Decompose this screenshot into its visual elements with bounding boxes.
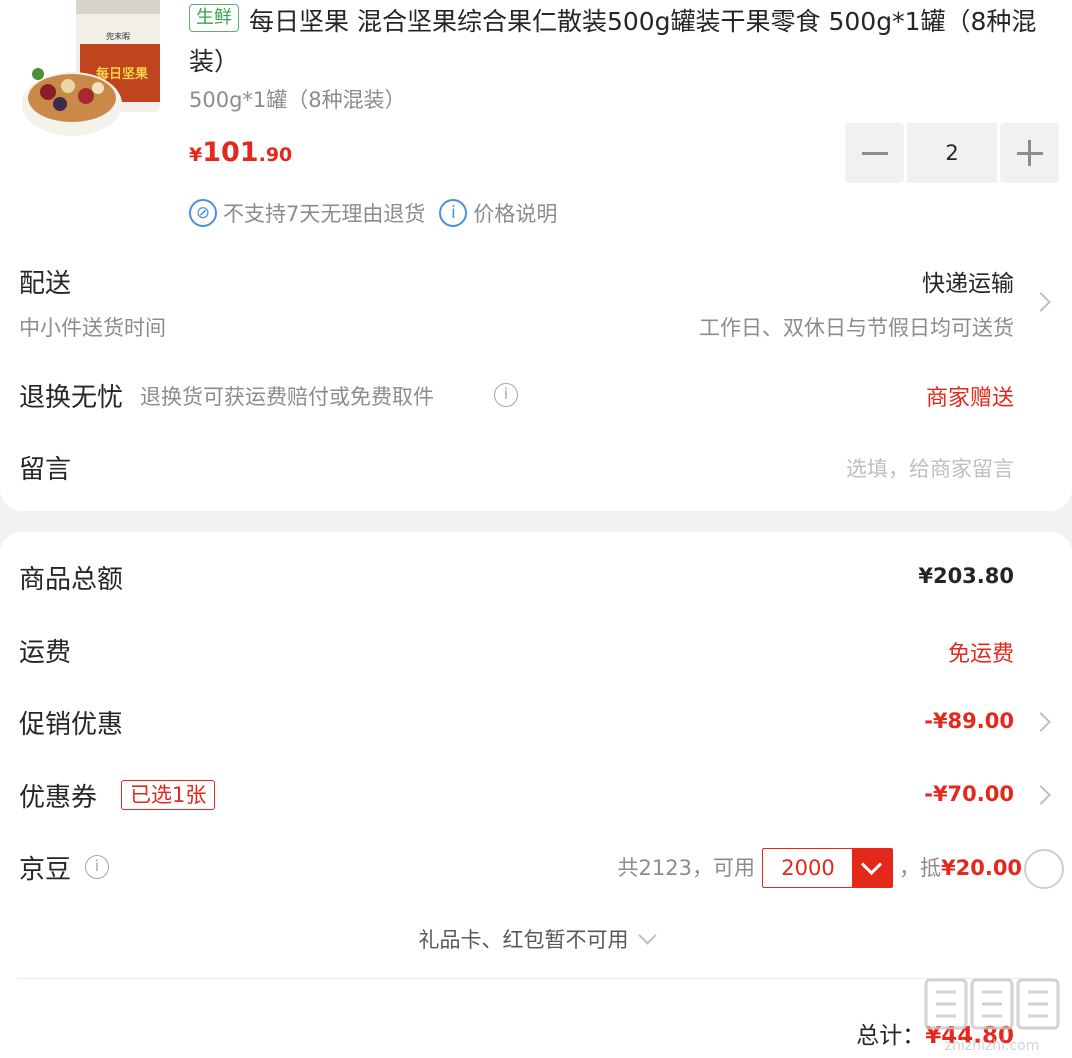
delivery-sub: 中小件送货时间: [19, 316, 166, 340]
promo-label: 促销优惠: [19, 710, 124, 740]
return-service-value: 商家赠送: [925, 386, 1014, 411]
chevron-right-icon: [1031, 785, 1051, 805]
delivery-label: 配送: [19, 269, 72, 299]
coupon-label: 优惠券: [19, 783, 98, 813]
coupon-value: -¥70.00: [924, 782, 1014, 806]
price-integer: 101: [202, 137, 259, 168]
gift-card-toggle[interactable]: 礼品卡、红包暂不可用: [0, 924, 1072, 954]
product-title[interactable]: 每日坚果 混合坚果综合果仁散装500g罐装干果零食 500g*1罐（8种混装）: [189, 2, 1059, 82]
promo-value: -¥89.00: [924, 709, 1014, 733]
info-icon: i: [439, 199, 468, 227]
info-icon[interactable]: i: [85, 855, 109, 879]
return-service-label: 退换无忧: [19, 383, 124, 413]
beans-amount-select[interactable]: 2000: [762, 848, 893, 888]
shipping-value: 免运费: [947, 642, 1014, 667]
shipping-label: 运费: [19, 638, 72, 668]
quantity-input[interactable]: 2: [907, 123, 997, 183]
price-symbol: ¥: [189, 144, 203, 166]
beans-label: 京豆: [19, 855, 72, 885]
increase-button[interactable]: [1000, 123, 1059, 183]
beans-deduct: ，抵¥20.00: [899, 856, 1023, 880]
beans-amount-value: 2000: [781, 856, 835, 880]
beans-use-radio[interactable]: [1024, 849, 1064, 889]
divider: [18, 978, 1054, 979]
message-label: 留言: [19, 455, 72, 485]
product-notes: ⊘ 不支持7天无理由退货 i 价格说明: [189, 196, 557, 230]
product-image-name: 每日坚果: [96, 66, 148, 82]
total-label: 总计：: [856, 1023, 926, 1049]
delivery-schedule: 工作日、双休日与节假日均可送货: [699, 316, 1014, 340]
message-input[interactable]: 选填，给商家留言: [846, 453, 1014, 483]
decrease-button[interactable]: [845, 123, 904, 183]
coupon-selected-badge: 已选1张: [121, 780, 216, 810]
chevron-right-icon: [1031, 292, 1051, 312]
gift-card-note: 礼品卡、红包暂不可用: [418, 928, 629, 952]
price-summary-card: 商品总额 ¥203.80 运费 免运费 促销优惠 -¥89.00 优惠券 已选1…: [0, 532, 1072, 1058]
price-note-link[interactable]: 价格说明: [473, 198, 557, 228]
quantity-stepper[interactable]: 2: [845, 123, 1059, 183]
no-return-icon: ⊘: [189, 199, 217, 227]
return-service-desc: 退换货可获运费赔付或免费取件: [140, 385, 434, 409]
product-spec: 500g*1罐（8种混装）: [189, 88, 406, 112]
price-decimal: .90: [258, 144, 293, 166]
svg-text:zhizhizhi.com: zhizhizhi.com: [945, 1038, 1040, 1054]
goods-total-value: ¥203.80: [918, 564, 1014, 588]
chevron-down-icon: [637, 926, 657, 945]
info-icon[interactable]: i: [494, 383, 518, 407]
beans-available: 共2123，可用: [617, 856, 755, 880]
no-return-text[interactable]: 不支持7天无理由退货: [223, 198, 425, 228]
product-price: ¥101.90: [189, 137, 292, 168]
chevron-right-icon: [1031, 712, 1051, 732]
beans-deduct-amount: ¥20.00: [941, 856, 1023, 880]
watermark-logo: zhizhizhi.com: [924, 978, 1060, 1054]
order-item-card: 兜末暇 每日坚果 生鲜 每日坚果 混合坚果综合果仁散装500g罐装干果零食 50…: [0, 0, 1072, 511]
product-image[interactable]: 兜末暇 每日坚果: [18, 0, 164, 146]
delivery-method: 快递运输: [922, 271, 1014, 297]
product-image-brand: 兜末暇: [106, 31, 130, 41]
chevron-down-icon[interactable]: [852, 849, 892, 887]
goods-total-label: 商品总额: [19, 565, 124, 595]
